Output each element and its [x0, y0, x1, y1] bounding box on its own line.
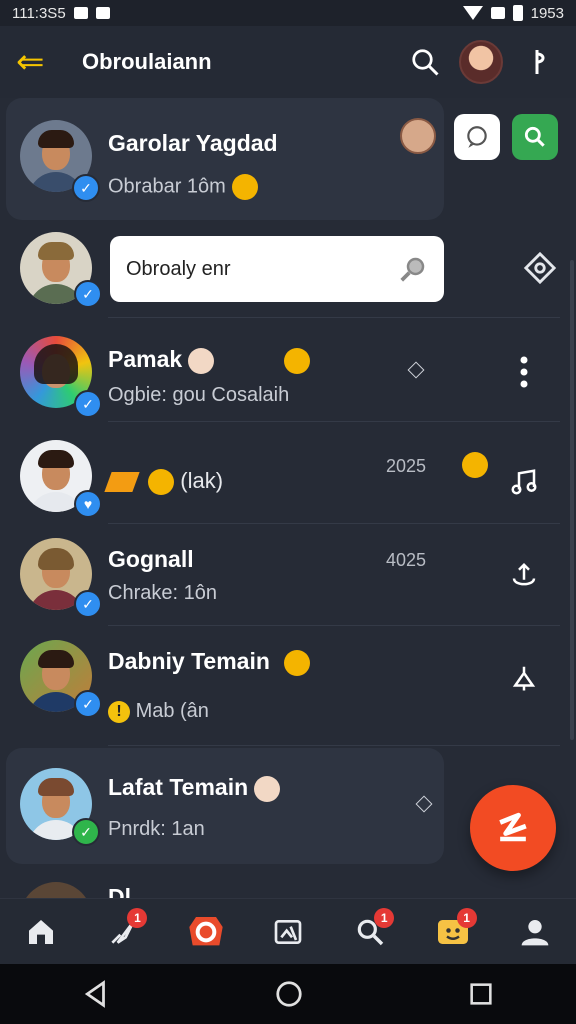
search-button[interactable]	[402, 39, 448, 85]
diamond-icon	[407, 361, 425, 379]
search-chats-button[interactable]	[512, 114, 558, 160]
warning-icon: !	[108, 700, 130, 723]
music-button[interactable]	[506, 464, 542, 500]
recents-square-icon[interactable]	[467, 980, 495, 1008]
pin-button[interactable]	[506, 660, 542, 696]
chat-list: ✓ Garolar Yagdad Obrabar 1ôm ✓ Obroaly e…	[0, 98, 576, 898]
notification-badge: 1	[127, 908, 148, 928]
avatar	[20, 882, 92, 898]
bottom-nav: 1 1 1	[0, 898, 576, 965]
battery-icon	[512, 5, 523, 21]
notification-badge: 1	[456, 908, 477, 928]
nav-home[interactable]	[11, 902, 71, 962]
chat-row[interactable]: ♥ (lak) 2025	[0, 428, 560, 524]
system-nav-bar	[0, 964, 576, 1024]
chat-time: 4025	[385, 550, 426, 570]
pin-icon	[512, 666, 536, 691]
upload-icon	[512, 562, 536, 586]
chat-row[interactable]: ✓ Gognall Chrake: 1ôn 4025	[0, 524, 560, 626]
notification-icon	[73, 7, 88, 19]
chat-name: Pamak	[108, 346, 311, 374]
status-right-time: 1953	[530, 4, 564, 22]
chat-row[interactable]: Dl...	[0, 878, 560, 898]
app-bar: ⇐ Obroulaiann	[0, 26, 576, 98]
image-icon	[274, 920, 302, 944]
home-circle-icon[interactable]	[274, 979, 304, 1009]
sparkle-emoji-icon	[104, 472, 140, 493]
chat-preview: (lak)	[104, 468, 223, 496]
verified-icon: ✓	[74, 280, 102, 308]
signal-icon	[490, 7, 505, 19]
verified-icon: ✓	[72, 174, 100, 202]
chat-preview: ! Mab (ân	[108, 700, 209, 723]
verified-icon: ♥	[74, 490, 102, 518]
chat-name: Lafat Temain	[108, 774, 281, 802]
chat-bubble-icon	[467, 126, 487, 148]
chat-time: 2025	[385, 456, 426, 476]
nav-explore[interactable]: 1	[93, 902, 153, 962]
chat-name: Garolar Yagdad	[108, 130, 278, 156]
status-bar: 111:3S5 1953	[0, 0, 576, 26]
camera-icon	[189, 917, 223, 946]
verified-icon: ✓	[74, 390, 102, 418]
magnifier-icon	[400, 257, 425, 282]
user-icon	[521, 920, 549, 946]
search-input[interactable]: Obroaly enr	[110, 236, 444, 302]
chat-preview: Obrabar 1ôm	[108, 174, 258, 200]
chat-preview: Chrake: 1ôn	[108, 582, 217, 604]
location-diamond-icon	[523, 251, 557, 285]
scrollbar[interactable]	[570, 260, 574, 740]
online-check-icon: ✓	[72, 818, 100, 846]
notification-badge: 1	[374, 908, 395, 928]
wink-emoji-icon	[283, 649, 310, 676]
compose-icon	[499, 812, 527, 842]
profile-avatar[interactable]	[458, 39, 504, 85]
chat-name: Dabniy Temain	[108, 648, 310, 676]
grin-emoji-icon	[462, 452, 488, 478]
page-title: Obroulaiann	[82, 49, 212, 74]
diamond-icon	[415, 795, 433, 813]
smile-emoji-icon	[148, 469, 175, 496]
nav-camera[interactable]	[176, 902, 236, 962]
music-note-icon	[511, 469, 537, 495]
nav-search[interactable]: 1	[340, 902, 400, 962]
message-icon	[95, 7, 110, 19]
overflow-icon	[535, 50, 545, 74]
compose-fab[interactable]	[470, 785, 556, 871]
small-avatar	[400, 118, 436, 154]
face-emoji-icon	[188, 347, 215, 374]
verified-icon: ✓	[74, 690, 102, 718]
back-triangle-icon[interactable]	[81, 979, 111, 1009]
more-options-button[interactable]	[506, 354, 542, 390]
home-icon	[29, 920, 54, 944]
chat-row[interactable]: ✓ Garolar Yagdad Obrabar 1ôm	[6, 98, 444, 220]
wifi-icon	[462, 6, 483, 20]
nav-profile[interactable]	[505, 902, 565, 962]
chat-row[interactable]: ✓ Pamak Ogbie: gou Cosalaih	[0, 318, 560, 422]
smile-emoji-icon	[231, 174, 258, 200]
chat-name: Gognall	[108, 546, 194, 572]
grin-emoji-icon	[284, 347, 311, 374]
search-icon	[524, 126, 545, 147]
chat-row[interactable]: ✓ Lafat Temain Pnrdk: 1an	[6, 748, 444, 864]
more-button[interactable]	[514, 39, 560, 85]
vertical-dots-icon	[520, 356, 528, 388]
upload-button[interactable]	[506, 558, 542, 594]
search-icon	[412, 49, 439, 76]
status-time: 111:3S5	[12, 4, 66, 22]
face-emoji-icon	[254, 775, 281, 802]
back-arrow-icon[interactable]: ⇐	[16, 42, 64, 82]
nav-messages[interactable]: 1	[423, 902, 483, 962]
verified-icon: ✓	[74, 590, 102, 618]
chat-name: Dl...	[108, 884, 151, 898]
nav-gallery[interactable]	[258, 902, 318, 962]
search-placeholder: Obroaly enr	[126, 257, 231, 280]
chat-bubble-button[interactable]	[454, 114, 500, 160]
chat-preview: Pnrdk: 1an	[108, 818, 205, 840]
location-button[interactable]	[522, 250, 558, 286]
chat-preview: Ogbie: gou Cosalaih	[108, 384, 290, 406]
chat-row[interactable]: ✓ Dabniy Temain ! Mab (ân	[0, 626, 560, 746]
